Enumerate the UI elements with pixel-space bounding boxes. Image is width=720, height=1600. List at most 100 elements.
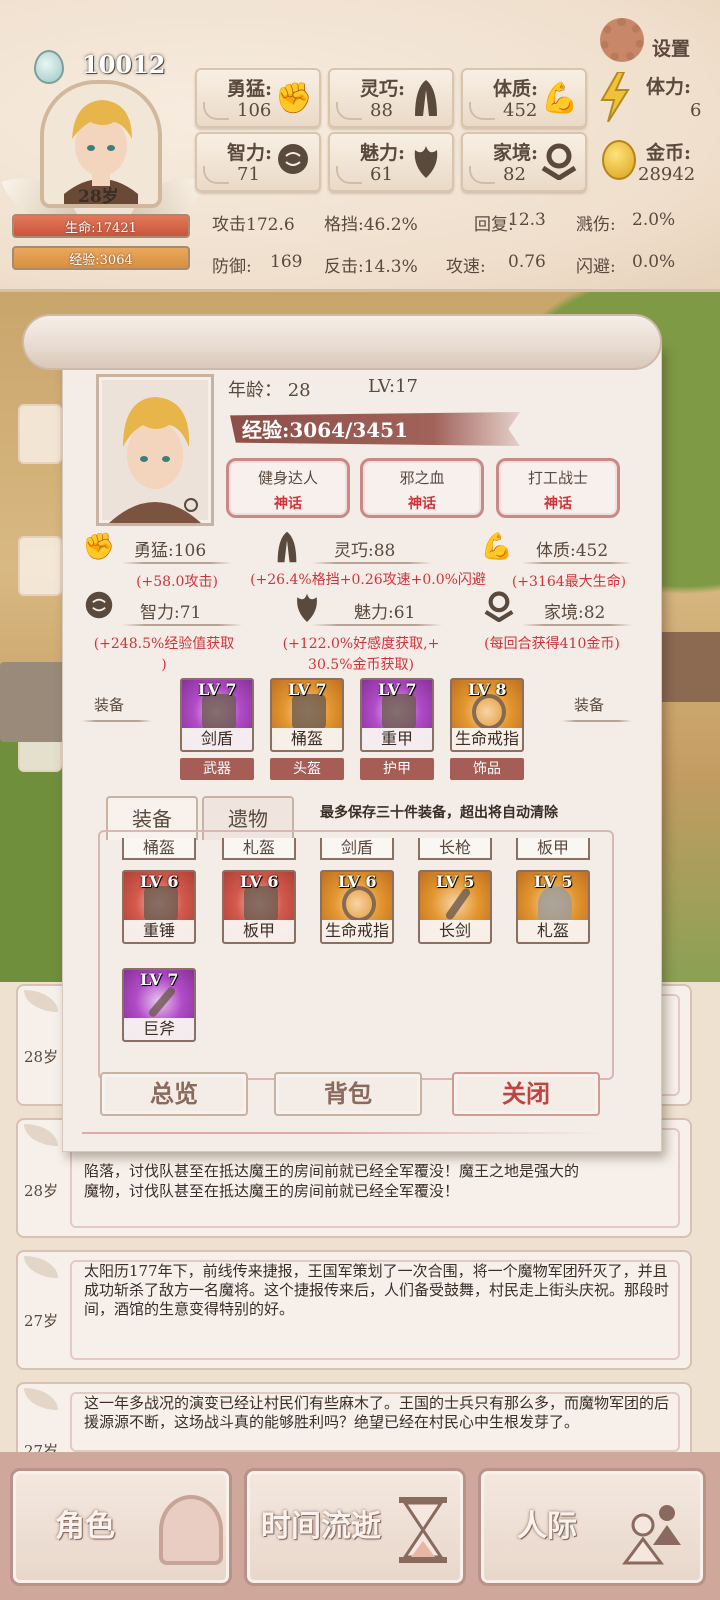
stat-card-family[interactable]: 家境: 82 xyxy=(461,132,587,192)
item-name[interactable]: 札盔 xyxy=(222,838,296,860)
swirl-ornament xyxy=(469,102,495,120)
brain-icon xyxy=(82,590,116,624)
attr-effect: (+3164最大生命) xyxy=(511,574,627,590)
item-name: 生命戒指 xyxy=(452,728,522,750)
divider xyxy=(122,624,242,626)
sword-shield-icon xyxy=(202,694,236,730)
item-level: LV 7 xyxy=(288,680,327,699)
trait-name: 打工战士 xyxy=(527,469,588,487)
inventory-grid[interactable]: 桶盔 札盔 剑盾 长枪 板甲 LV 6 重锤 LV 6 板甲 LV 6 生命戒指… xyxy=(98,830,614,1080)
close-button[interactable]: 关闭 xyxy=(452,1072,600,1116)
stat-card-intelligence[interactable]: 智力: 71 xyxy=(195,132,321,192)
panel-level: LV:17 xyxy=(368,376,418,397)
stamina-label: 体力: xyxy=(646,76,692,98)
attr-effect: (+122.0%好感度获取,+ 30.5%金币获取) xyxy=(282,636,440,673)
nav-time[interactable]: 时间流逝 xyxy=(244,1468,466,1586)
stat-value: 82 xyxy=(503,164,526,185)
splash-value: 2.0% xyxy=(632,210,676,230)
splash-label: 溅伤: xyxy=(576,215,616,235)
stat-label: 智力: xyxy=(227,142,273,164)
item-level: LV 7 xyxy=(198,680,237,699)
attr-effect: (每回合获得410金币) xyxy=(484,636,620,652)
divider xyxy=(122,562,232,564)
hourglass-icon xyxy=(397,1495,461,1565)
lightning-icon xyxy=(598,71,632,123)
exp-bar: 经验:3064 xyxy=(12,246,190,270)
equipped-slot-accessory[interactable]: LV 8 生命戒指 xyxy=(450,678,524,752)
trait-tag[interactable]: 打工战士 神话 xyxy=(496,458,620,518)
stat-value: 61 xyxy=(370,164,393,185)
equipped-slot-armor[interactable]: LV 7 重甲 xyxy=(360,678,434,752)
inventory-item[interactable]: LV 6 板甲 xyxy=(222,870,296,944)
log-text: 这一年多战况的演变已经让村民们有些麻木了。王国的士兵只有那么多，而魔物军团的后援… xyxy=(84,1394,670,1431)
age-badge: 28岁 xyxy=(78,187,119,207)
block-stat: 格挡:46.2% xyxy=(324,215,418,235)
log-entry: 太阳历177年下，前线传来捷报，王国军策划了一次合围，将一个魔物军团歼灭了，并且… xyxy=(16,1250,692,1370)
stat-card-charm[interactable]: 魅力: 61 xyxy=(328,132,454,192)
panel-age: 年龄： 28 xyxy=(228,380,311,401)
inventory-item[interactable]: LV 6 重锤 xyxy=(122,870,196,944)
inventory-item[interactable]: LV 6 生命戒指 xyxy=(320,870,394,944)
ring-icon xyxy=(342,886,376,922)
item-name[interactable]: 桶盔 xyxy=(122,838,196,860)
settings-button[interactable]: 设置 xyxy=(652,34,690,61)
nav-label: 角色 xyxy=(55,1509,115,1544)
item-name: 重锤 xyxy=(124,920,194,942)
item-name[interactable]: 板甲 xyxy=(516,838,590,860)
overview-button[interactable]: 总览 xyxy=(100,1072,248,1116)
dodge-label: 闪避: xyxy=(576,257,616,277)
defense-value: 169 xyxy=(270,252,303,272)
nav-label: 人际 xyxy=(517,1509,577,1544)
nav-social[interactable]: 人际 xyxy=(478,1468,706,1586)
log-text: 魔物，讨伐队甚至在抵达魔王的房间前就已经全军覆没！ xyxy=(84,1182,460,1200)
mace-icon xyxy=(144,886,178,922)
divider xyxy=(312,624,442,626)
stat-card-constitution[interactable]: 体质: 452 💪 xyxy=(461,68,587,128)
hp-bar: 生命:17421 xyxy=(12,214,190,238)
ribbon-divider xyxy=(82,1132,602,1134)
swirl-ornament xyxy=(336,166,362,184)
log-text: 太阳历177年下，前线传来捷报，王国军策划了一次合围，将一个魔物军团歼灭了，并且… xyxy=(84,1262,670,1318)
stat-label: 家境: xyxy=(493,142,539,164)
item-name: 剑盾 xyxy=(182,728,252,750)
swirl-ornament xyxy=(469,166,495,184)
trait-tag[interactable]: 邪之血 神话 xyxy=(360,458,484,518)
panel-avatar xyxy=(96,374,214,526)
trait-name: 健身达人 xyxy=(257,469,318,487)
backpack-button[interactable]: 背包 xyxy=(274,1072,422,1116)
nav-character[interactable]: 角色 xyxy=(10,1468,232,1586)
equipped-slot-weapon[interactable]: LV 7 剑盾 xyxy=(180,678,254,752)
stat-value: 88 xyxy=(370,100,393,121)
cloak-icon xyxy=(270,530,304,564)
item-name: 重甲 xyxy=(362,728,432,750)
item-name[interactable]: 剑盾 xyxy=(320,838,394,860)
stat-value: 71 xyxy=(237,164,260,185)
log-text-partial: 陷落，讨伐队甚至在抵达魔王的房间前就已经全军覆没！魔王之地是强大的 xyxy=(84,1162,580,1180)
equip-label-right: 装备 xyxy=(574,696,605,714)
stat-label: 魅力: xyxy=(360,142,406,164)
log-age: 28岁 xyxy=(24,1182,59,1200)
cloak-icon xyxy=(408,78,444,120)
longsword-icon xyxy=(444,886,472,922)
inventory-item[interactable]: LV 7 巨斧 xyxy=(122,968,196,1042)
quill-icon xyxy=(24,1388,58,1410)
brain-icon xyxy=(275,142,311,184)
nav-label: 时间流逝 xyxy=(261,1509,381,1544)
attr-dexterity: 灵巧:88 xyxy=(334,541,396,561)
inventory-item[interactable]: LV 5 长剑 xyxy=(418,870,492,944)
defense-label: 防御: xyxy=(212,257,252,277)
equipped-slot-helmet[interactable]: LV 7 桶盔 xyxy=(270,678,344,752)
divider xyxy=(312,562,432,564)
stat-card-courage[interactable]: 勇猛: 106 ✊ xyxy=(195,68,321,128)
item-name[interactable]: 长枪 xyxy=(418,838,492,860)
trait-rarity: 神话 xyxy=(274,496,302,512)
trait-tag[interactable]: 健身达人 神话 xyxy=(226,458,350,518)
quill-icon xyxy=(24,1256,58,1278)
trait-name: 邪之血 xyxy=(399,469,445,487)
stat-card-dexterity[interactable]: 灵巧: 88 xyxy=(328,68,454,128)
item-name: 生命戒指 xyxy=(322,920,392,942)
inventory-item[interactable]: LV 5 札盔 xyxy=(516,870,590,944)
gear-icon[interactable] xyxy=(600,18,644,62)
scroll-roll xyxy=(22,314,662,370)
fist-icon: ✊ xyxy=(82,532,116,562)
